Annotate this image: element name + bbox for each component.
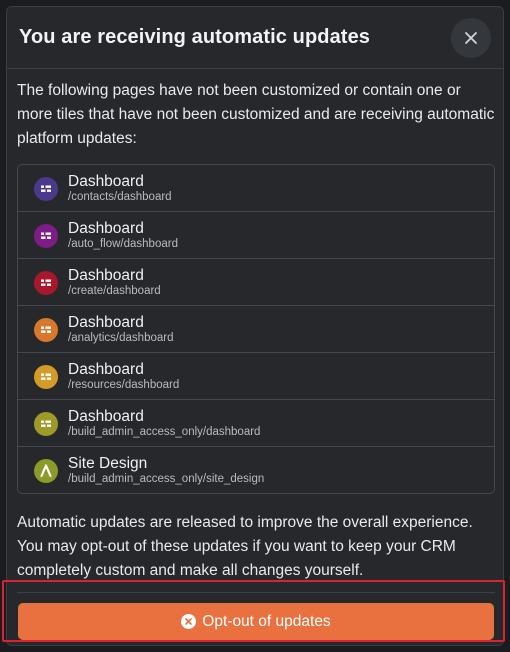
dashboard-icon: [34, 177, 58, 201]
footer-divider: [17, 592, 495, 593]
site-design-icon: [34, 459, 58, 483]
page-name: Dashboard: [68, 361, 144, 378]
updates-modal: You are receiving automatic updates The …: [6, 6, 504, 646]
page-list-item[interactable]: Dashboard/analytics/dashboard: [18, 306, 494, 353]
page-name: Dashboard: [68, 173, 144, 190]
dashboard-icon: [34, 271, 58, 295]
page-path: /build_admin_access_only/dashboard: [68, 426, 261, 438]
page-name: Dashboard: [68, 314, 144, 331]
page-path: /create/dashboard: [68, 285, 161, 297]
dashboard-icon: [34, 224, 58, 248]
page-path: /build_admin_access_only/site_design: [68, 473, 265, 485]
page-name: Dashboard: [68, 408, 144, 425]
modal-header: You are receiving automatic updates: [7, 7, 503, 69]
close-button[interactable]: [451, 18, 491, 58]
page-list: Dashboard/contacts/dashboard Dashboard/au…: [17, 164, 495, 494]
dashboard-icon: [34, 365, 58, 389]
page-name: Dashboard: [68, 267, 144, 284]
page-list-item[interactable]: Dashboard/resources/dashboard: [18, 353, 494, 400]
page-path: /analytics/dashboard: [68, 332, 174, 344]
page-list-item[interactable]: Dashboard/create/dashboard: [18, 259, 494, 306]
page-path: /contacts/dashboard: [68, 191, 172, 203]
x-circle-icon: [181, 614, 197, 629]
footer-text: Automatic updates are released to improv…: [17, 514, 473, 579]
page-name: Site Design: [68, 455, 148, 472]
opt-out-label: Opt-out of updates: [202, 612, 331, 630]
page-path: /resources/dashboard: [68, 379, 180, 391]
opt-out-button[interactable]: Opt-out of updates: [18, 603, 494, 640]
page-list-item[interactable]: Dashboard/auto_flow/dashboard: [18, 212, 494, 259]
modal-title: You are receiving automatic updates: [19, 26, 371, 48]
page-path: /auto_flow/dashboard: [68, 238, 178, 250]
close-icon: [465, 32, 477, 44]
page-list-item[interactable]: Site Design/build_admin_access_only/site…: [18, 447, 494, 493]
dashboard-icon: [34, 318, 58, 342]
page-list-item[interactable]: Dashboard/contacts/dashboard: [18, 165, 494, 212]
dashboard-icon: [34, 412, 58, 436]
page-list-item[interactable]: Dashboard/build_admin_access_only/dashbo…: [18, 400, 494, 447]
page-name: Dashboard: [68, 220, 144, 237]
intro-text: The following pages have not been custom…: [17, 82, 495, 147]
